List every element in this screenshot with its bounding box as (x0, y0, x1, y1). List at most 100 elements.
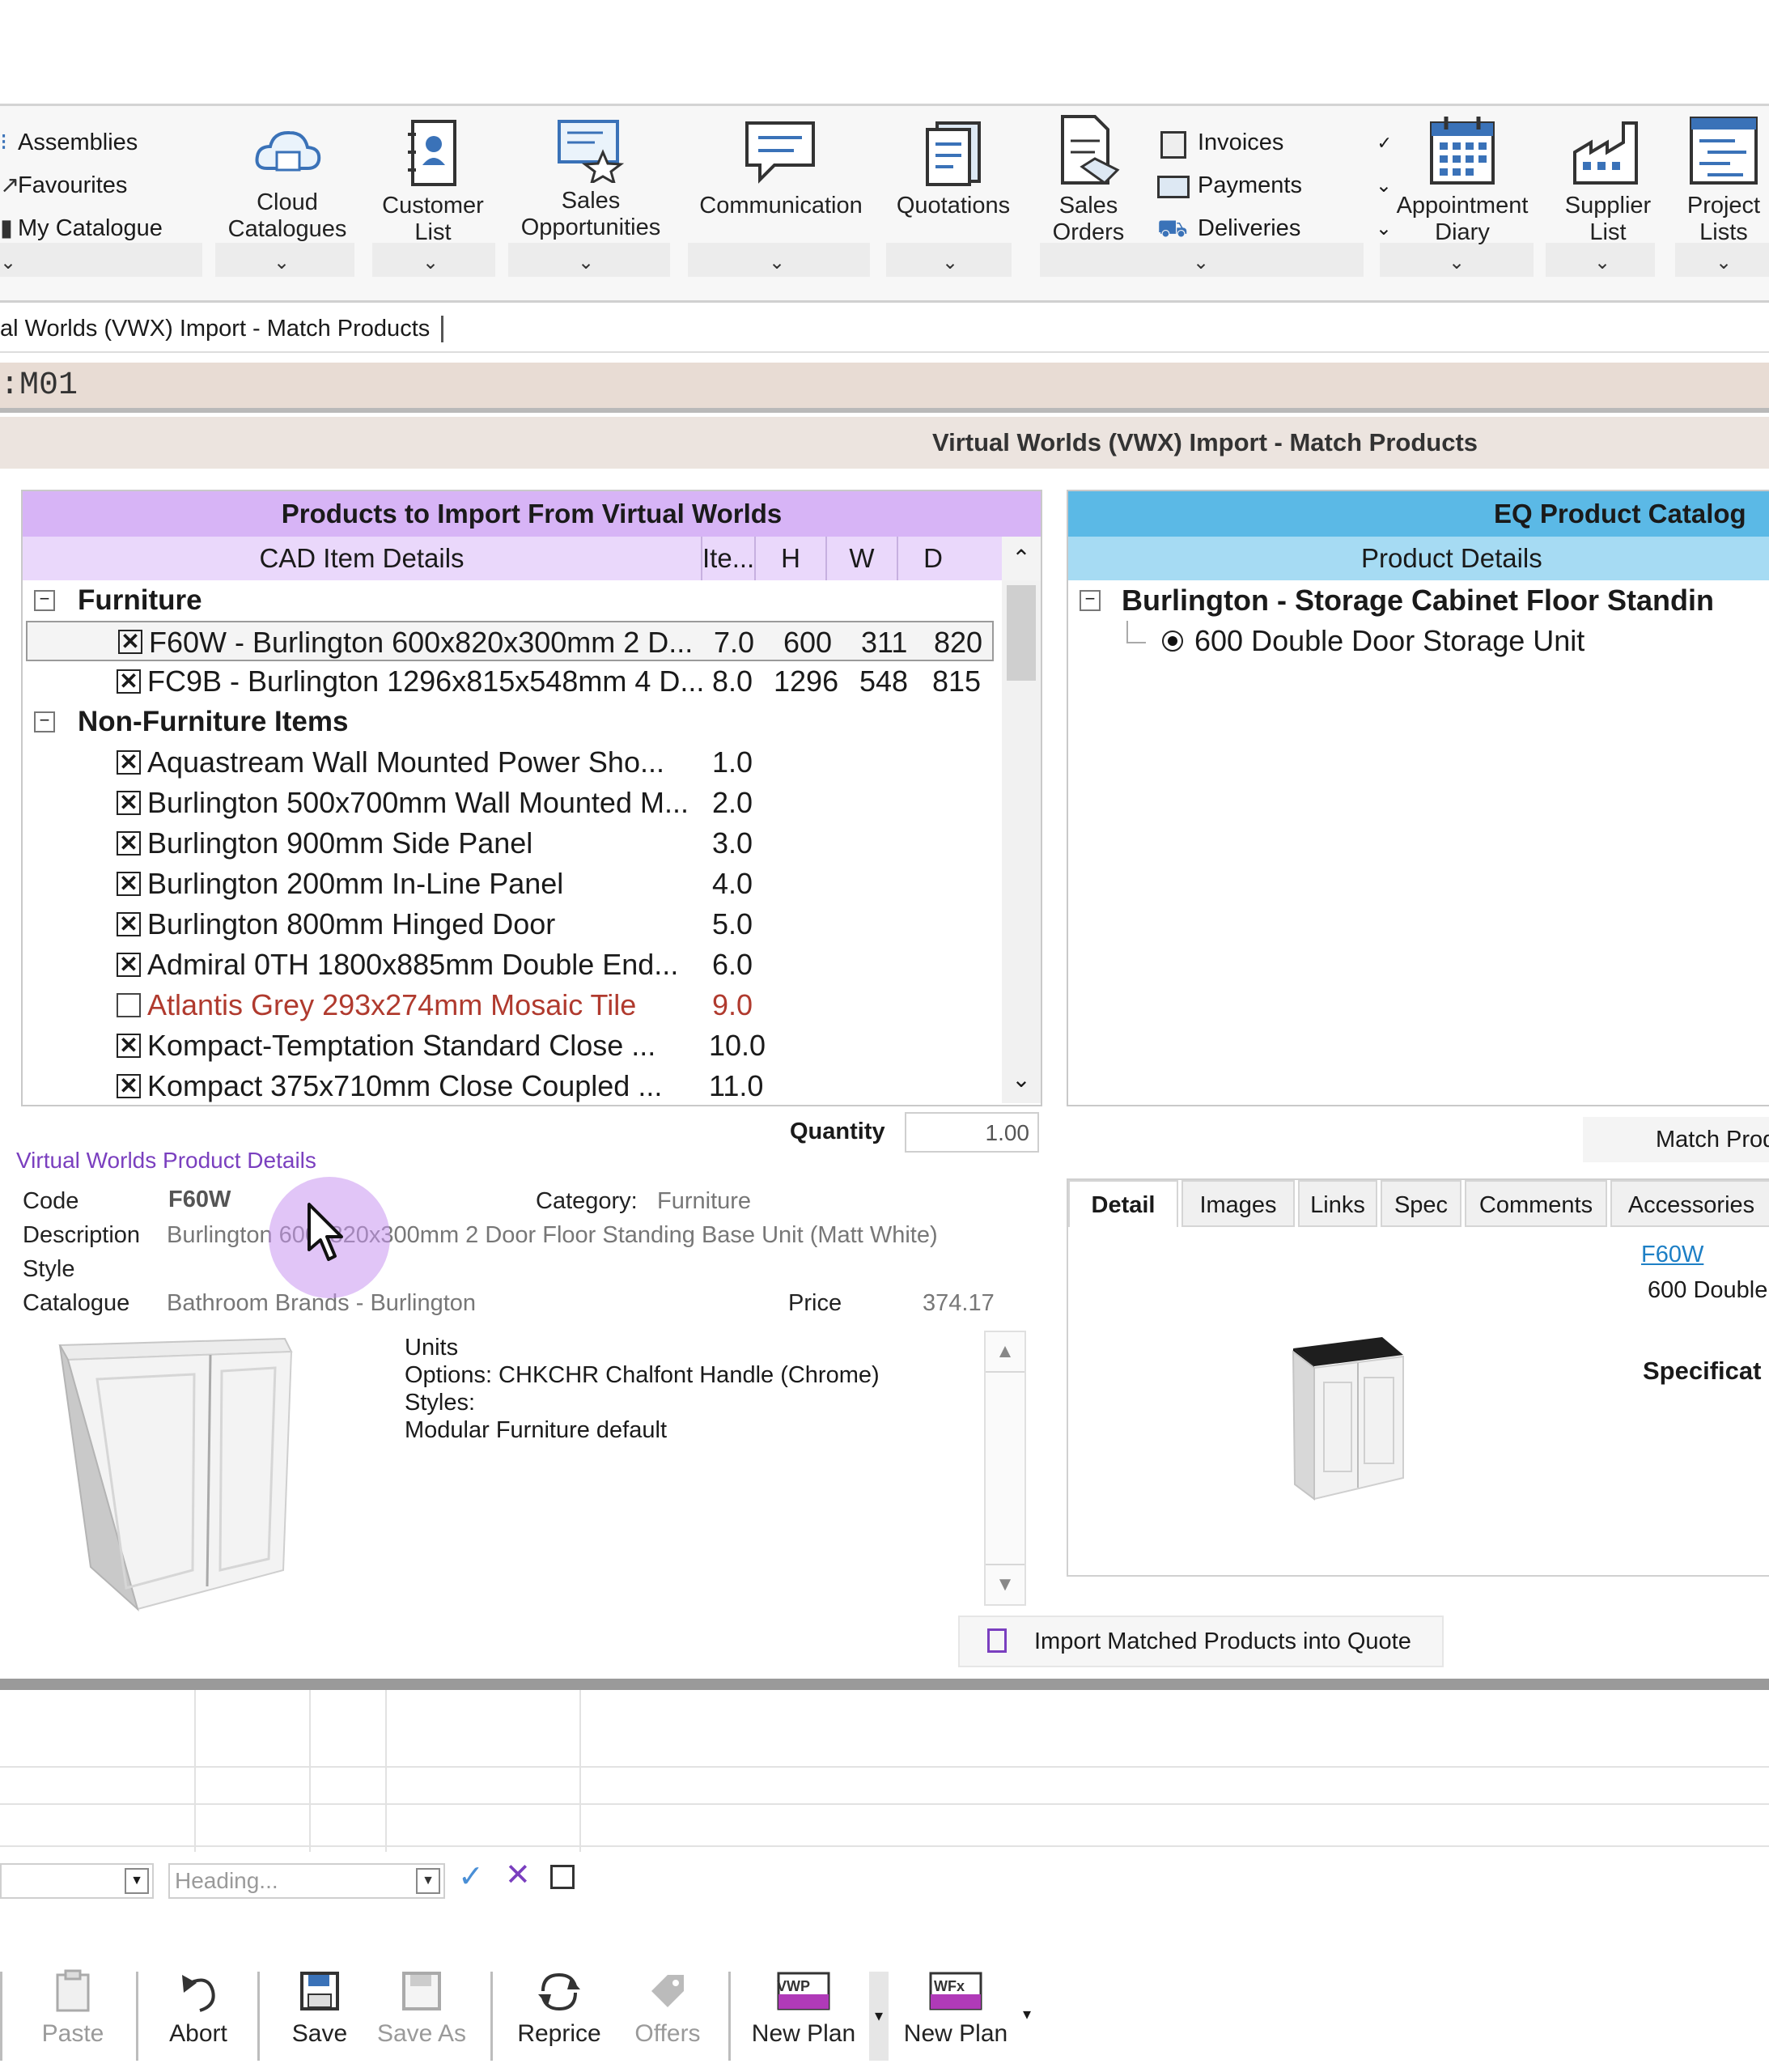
heading-select[interactable]: Heading... ▼ (168, 1863, 445, 1899)
chevron-down-icon[interactable]: ⌄ (274, 251, 290, 274)
save-as-button[interactable]: Save As (369, 1968, 474, 2048)
project-lists-button[interactable]: Project Lists (1675, 113, 1769, 246)
chevron-down-icon[interactable]: ⌄ (578, 251, 594, 274)
dropdown-arrow-icon[interactable]: ▼ (416, 1868, 440, 1894)
tab-images[interactable]: Images (1181, 1180, 1295, 1227)
tree-row[interactable]: ✕ Burlington 200mm In-Line Panel 4.0 (23, 864, 994, 904)
match-products-button[interactable]: Match Prod (1583, 1117, 1769, 1162)
item-checkbox[interactable]: ✕ (117, 669, 141, 694)
finance-links: Invoices ✓ Payments ⌄ ⛟ Deliveries ⌄ (1157, 121, 1392, 250)
confirm-check-icon[interactable]: ✓ (458, 1858, 484, 1895)
tree-row[interactable]: ✕ Burlington 900mm Side Panel 3.0 (23, 823, 994, 864)
tree-row[interactable]: ✕ Aquastream Wall Mounted Power Sho... 1… (23, 742, 994, 783)
tab-accessories[interactable]: Accessories (1610, 1180, 1769, 1227)
tab-detail[interactable]: Detail (1068, 1180, 1178, 1227)
catalog-tree-item[interactable]: 600 Double Door Storage Unit (1068, 621, 1769, 661)
splitter[interactable] (0, 1679, 1769, 1690)
column-header-d[interactable]: D (898, 537, 968, 580)
item-checkbox[interactable]: ✕ (117, 912, 141, 936)
scroll-down-icon[interactable]: ▼ (986, 1564, 1024, 1604)
tree-row-unmatched[interactable]: Atlantis Grey 293x274mm Mosaic Tile 9.0 (23, 985, 994, 1025)
import-matched-products-button[interactable]: Import Matched Products into Quote (958, 1616, 1444, 1667)
communication-button[interactable]: Communication (688, 118, 874, 219)
tree-row[interactable]: ✕ Kompact-Temptation Standard Close ... … (23, 1025, 994, 1066)
scroll-up-icon[interactable]: ▲ (986, 1332, 1024, 1373)
new-plan-vwp-button[interactable]: VWP New Plan (743, 1968, 864, 2048)
tree-row[interactable]: ✕ Kompact 375x710mm Close Coupled ... 11… (23, 1066, 994, 1103)
chevron-down-icon[interactable]: ⌄ (1193, 251, 1209, 274)
chevron-down-icon[interactable]: ⌄ (769, 251, 785, 274)
customer-list-button[interactable]: Customer List (368, 118, 498, 246)
column-header-h[interactable]: H (756, 537, 827, 580)
new-plan-dropdown-icon[interactable]: ▾ (1023, 2004, 1031, 2024)
scroll-up-icon[interactable]: ⌃ (1002, 537, 1041, 580)
save-button[interactable]: Save (275, 1968, 364, 2048)
deliveries-link[interactable]: ⛟ Deliveries ⌄ (1157, 207, 1392, 250)
assemblies-link[interactable]: ⁝ Assemblies (0, 121, 163, 164)
tab-links[interactable]: Links (1298, 1180, 1377, 1227)
vertical-scrollbar[interactable]: ⌄ (1002, 580, 1041, 1103)
item-checkbox[interactable]: ✕ (117, 1074, 141, 1098)
reprice-button[interactable]: Reprice (507, 1968, 612, 2048)
item-checkbox[interactable]: ✕ (117, 953, 141, 977)
item-checkbox[interactable]: ✕ (117, 791, 141, 815)
tree-row[interactable]: ✕ Burlington 500x700mm Wall Mounted M...… (23, 783, 994, 823)
chevron-down-icon[interactable]: ⌄ (1449, 251, 1465, 274)
calendar-icon (1430, 117, 1495, 185)
column-header-cad-item[interactable]: CAD Item Details (23, 537, 702, 580)
abort-button[interactable]: Abort (154, 1968, 243, 2048)
tab-spec[interactable]: Spec (1381, 1180, 1461, 1227)
scroll-down-icon[interactable]: ⌄ (1002, 1066, 1041, 1103)
quantity-input[interactable]: 1.00 (905, 1112, 1039, 1153)
sales-opportunities-button[interactable]: Sales Opportunities (506, 118, 676, 241)
style-select[interactable]: ▼ (0, 1863, 154, 1899)
quotations-button[interactable]: Quotations (889, 118, 1018, 219)
item-checkbox[interactable]: ✕ (117, 750, 141, 775)
tree-group-non-furniture[interactable]: − Non-Furniture Items (23, 702, 994, 742)
chevron-down-icon[interactable]: ⌄ (942, 251, 958, 274)
collapse-icon[interactable]: − (1080, 590, 1101, 611)
offers-button[interactable]: Offers (623, 1968, 712, 2048)
tree-row[interactable]: ✕ Admiral 0TH 1800x885mm Double End... 6… (23, 945, 994, 985)
style-label: Style (23, 1256, 75, 1282)
cloud-catalogues-button[interactable]: Cloud Catalogues (210, 120, 364, 243)
collapse-icon[interactable]: − (34, 590, 55, 611)
sales-orders-button[interactable]: Sales Orders (1036, 113, 1141, 246)
supplier-list-button[interactable]: Supplier List (1547, 113, 1669, 246)
appointment-diary-button[interactable]: Appointment Diary (1385, 113, 1539, 246)
cancel-x-icon[interactable]: ✕ (505, 1857, 531, 1893)
new-plan-dropdown-icon[interactable]: ▾ (869, 1972, 889, 2061)
favourites-link[interactable]: ↗ Favourites (0, 164, 163, 207)
tree-row-selected[interactable]: ✕ F60W - Burlington 600x820x300mm 2 D...… (26, 621, 994, 661)
chevron-down-icon[interactable]: ⌄ (0, 251, 16, 274)
tree-row[interactable]: ✕ FC9B - Burlington 1296x815x548mm 4 D..… (23, 661, 994, 702)
chevron-down-icon[interactable]: ⌄ (1716, 251, 1732, 274)
item-checkbox[interactable]: ✕ (117, 872, 141, 896)
item-checkbox[interactable] (117, 993, 141, 1017)
tree-row[interactable]: ✕ Burlington 800mm Hinged Door 5.0 (23, 904, 994, 945)
radio-selected[interactable] (1162, 631, 1183, 652)
tab-import-match-products[interactable]: al Worlds (VWX) Import - Match Products (0, 316, 444, 342)
invoices-link[interactable]: Invoices ✓ (1157, 121, 1392, 164)
collapse-icon[interactable]: − (34, 711, 55, 732)
new-plan-wfx-button[interactable]: WFx New Plan (895, 1968, 1016, 2048)
chevron-down-icon[interactable]: ⌄ (422, 251, 439, 274)
chevron-down-icon[interactable]: ⌄ (1594, 251, 1610, 274)
product-code-link[interactable]: F60W (1641, 1242, 1703, 1268)
item-checkbox[interactable]: ✕ (117, 831, 141, 856)
column-header-item[interactable]: Ite... (702, 537, 756, 580)
item-checkbox[interactable]: ✕ (118, 630, 142, 654)
item-checkbox[interactable]: ✕ (117, 1034, 141, 1058)
paste-button[interactable]: Paste (32, 1968, 113, 2048)
catalog-tree-group[interactable]: − Burlington - Storage Cabinet Floor Sta… (1068, 580, 1769, 621)
catalogue-label: Catalogue (23, 1290, 130, 1316)
tree-group-furniture[interactable]: − Furniture (23, 580, 994, 621)
notes-scrollbar[interactable]: ▲ ▼ (984, 1331, 1026, 1606)
copy-icon[interactable] (550, 1865, 575, 1889)
payments-link[interactable]: Payments ⌄ (1157, 164, 1392, 207)
scrollbar-thumb[interactable] (1007, 585, 1036, 681)
column-header-w[interactable]: W (827, 537, 898, 580)
floppy-disk-icon (402, 1972, 441, 2010)
dropdown-arrow-icon[interactable]: ▼ (125, 1868, 149, 1894)
tab-comments[interactable]: Comments (1465, 1180, 1607, 1227)
